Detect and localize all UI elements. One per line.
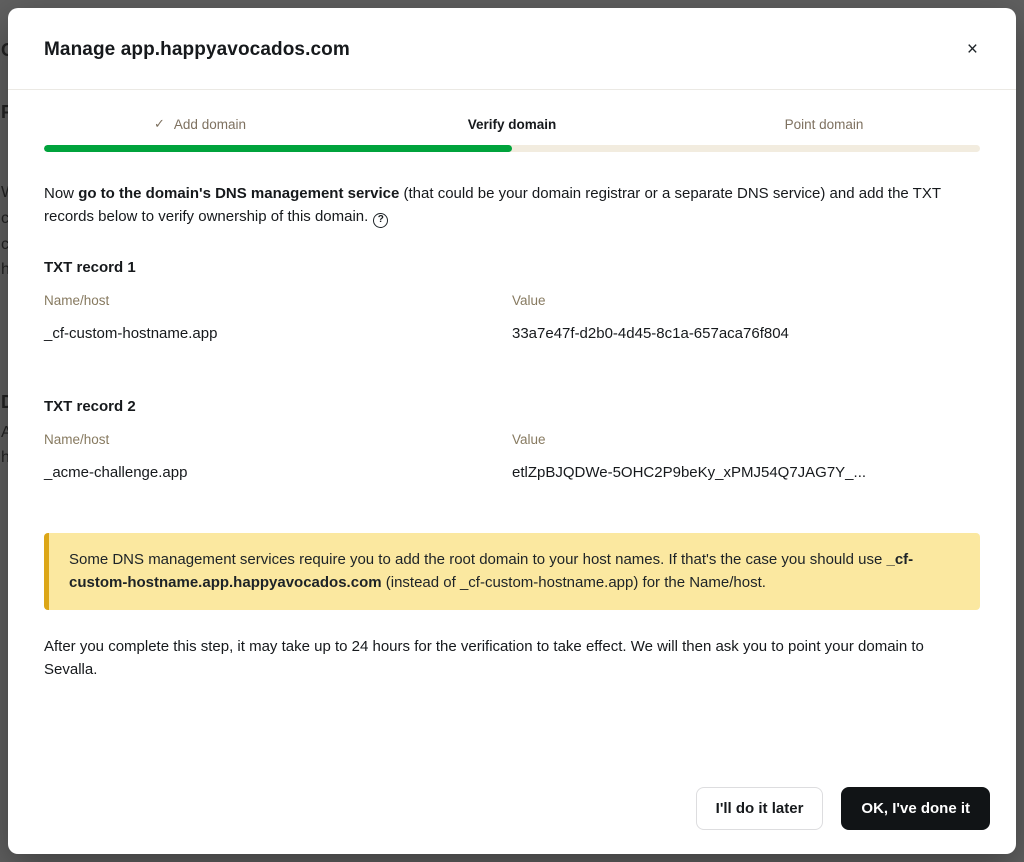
step-label: Verify domain xyxy=(468,117,557,132)
value-label: Value xyxy=(512,293,980,308)
txt-record-1: TXT record 1 Name/host Value _cf-custom-… xyxy=(44,259,980,342)
name-host-label: Name/host xyxy=(44,432,512,447)
stepper: ✓ Add domain Verify domain Point domain xyxy=(44,116,980,132)
value-label: Value xyxy=(512,432,980,447)
step-verify-domain[interactable]: Verify domain xyxy=(356,116,668,132)
intro-text: Now xyxy=(44,185,78,202)
notice-text: Some DNS management services require you… xyxy=(69,551,886,568)
manage-domain-modal: Manage app.happyavocados.com × ✓ Add dom… xyxy=(8,8,1016,854)
modal-footer: I'll do it later OK, I've done it xyxy=(8,787,1016,854)
outro-paragraph: After you complete this step, it may tak… xyxy=(44,635,980,682)
help-icon[interactable]: ? xyxy=(373,213,388,228)
name-host-value: _cf-custom-hostname.app xyxy=(44,325,512,342)
intro-bold-text: go to the domain's DNS management servic… xyxy=(78,185,399,202)
record-title: TXT record 1 xyxy=(44,259,980,276)
name-host-value: _acme-challenge.app xyxy=(44,464,512,481)
record-grid: Name/host Value _cf-custom-hostname.app … xyxy=(44,293,980,342)
close-icon[interactable]: × xyxy=(963,36,982,63)
step-add-domain[interactable]: ✓ Add domain xyxy=(44,116,356,132)
modal-title: Manage app.happyavocados.com xyxy=(44,39,350,61)
done-button[interactable]: OK, I've done it xyxy=(841,787,990,830)
step-point-domain[interactable]: Point domain xyxy=(668,116,980,132)
notice-text: (instead of _cf-custom-hostname.app) for… xyxy=(382,574,766,591)
txt-record-2: TXT record 2 Name/host Value _acme-chall… xyxy=(44,398,980,481)
progress-fill xyxy=(44,145,512,152)
step-label: Point domain xyxy=(785,117,864,132)
dns-notice-banner: Some DNS management services require you… xyxy=(44,533,980,611)
check-icon: ✓ xyxy=(154,116,165,132)
later-button[interactable]: I'll do it later xyxy=(696,787,824,830)
record-grid: Name/host Value _acme-challenge.app etlZ… xyxy=(44,432,980,481)
txt-value: 33a7e47f-d2b0-4d45-8c1a-657aca76f804 xyxy=(512,325,980,342)
txt-value: etlZpBJQDWe-5OHC2P9beKy_xPMJ54Q7JAG7Y_..… xyxy=(512,464,980,481)
intro-paragraph: Now go to the domain's DNS management se… xyxy=(44,182,980,229)
modal-body: ✓ Add domain Verify domain Point domain … xyxy=(8,90,1016,787)
modal-header: Manage app.happyavocados.com × xyxy=(8,8,1016,90)
record-title: TXT record 2 xyxy=(44,398,980,415)
name-host-label: Name/host xyxy=(44,293,512,308)
step-label: Add domain xyxy=(174,117,246,132)
progress-bar xyxy=(44,145,980,152)
